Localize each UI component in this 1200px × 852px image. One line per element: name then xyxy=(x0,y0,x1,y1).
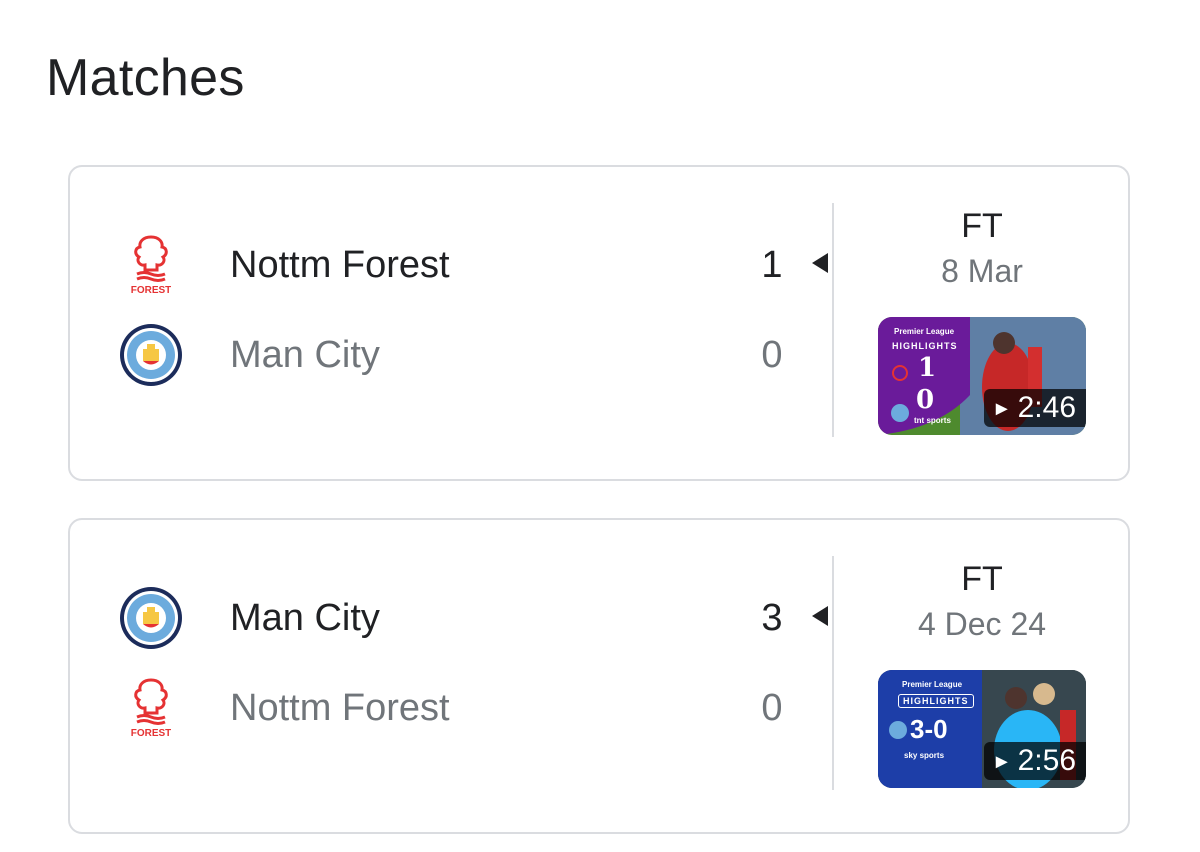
thumbnail-home-score: 1 xyxy=(918,353,937,383)
highlights-label: HIGHLIGHTS xyxy=(898,694,974,708)
section-title: Matches xyxy=(46,49,245,107)
highlights-label: HIGHLIGHTS xyxy=(892,341,958,351)
match-card[interactable]: FOREST Nottm Forest 1 Man City 0 FT 8 Ma… xyxy=(68,165,1130,481)
match-status: FT xyxy=(961,560,1003,598)
broadcaster-label: sky sports xyxy=(904,751,945,760)
home-team-row: Man City 3 xyxy=(70,578,830,658)
nottm-forest-crest-icon: FOREST xyxy=(116,230,186,300)
thumbnail-away-score: 0 xyxy=(916,385,935,415)
nottm-forest-crest-icon: FOREST xyxy=(116,673,186,743)
man-city-crest-icon xyxy=(116,320,186,390)
team-name: Nottm Forest xyxy=(230,244,450,286)
team-score: 0 xyxy=(761,687,783,729)
divider xyxy=(832,203,834,437)
play-icon: ► xyxy=(991,397,1012,420)
broadcaster-label: tnt sports xyxy=(914,416,951,425)
winner-arrow-icon xyxy=(812,253,828,273)
league-label: Premier League xyxy=(894,327,955,336)
team-score: 1 xyxy=(761,244,783,286)
team-name: Man City xyxy=(230,334,380,376)
league-label: Premier League xyxy=(902,680,963,689)
play-icon: ► xyxy=(991,750,1012,773)
divider xyxy=(832,556,834,790)
match-date: 8 Mar xyxy=(941,253,1023,289)
video-duration: ► 2:56 xyxy=(983,742,1086,780)
match-date: 4 Dec 24 xyxy=(917,606,1047,642)
highlights-video-thumbnail[interactable]: Premier League HIGHLIGHTS 1 0 tnt sports… xyxy=(878,317,1086,435)
video-duration: ► 2:46 xyxy=(983,389,1086,427)
away-team-row: FOREST Nottm Forest 0 xyxy=(70,668,830,748)
team-score: 3 xyxy=(761,597,783,639)
team-name: Man City xyxy=(230,597,380,639)
team-score: 0 xyxy=(761,334,783,376)
winner-arrow-icon xyxy=(812,606,828,626)
team-name: Nottm Forest xyxy=(230,687,450,729)
svg-text:FOREST: FOREST xyxy=(131,285,171,296)
svg-text:FOREST: FOREST xyxy=(131,728,171,739)
match-status: FT xyxy=(961,207,1003,245)
away-team-row: Man City 0 xyxy=(70,315,830,395)
man-city-crest-icon xyxy=(116,583,186,653)
home-team-row: FOREST Nottm Forest 1 xyxy=(70,225,830,305)
match-card[interactable]: Man City 3 FOREST Nottm Forest 0 FT 4 De… xyxy=(68,518,1130,834)
thumbnail-score-line: 3-0 xyxy=(910,714,948,744)
highlights-video-thumbnail[interactable]: Premier League HIGHLIGHTS 3-0 sky sports… xyxy=(878,670,1086,788)
